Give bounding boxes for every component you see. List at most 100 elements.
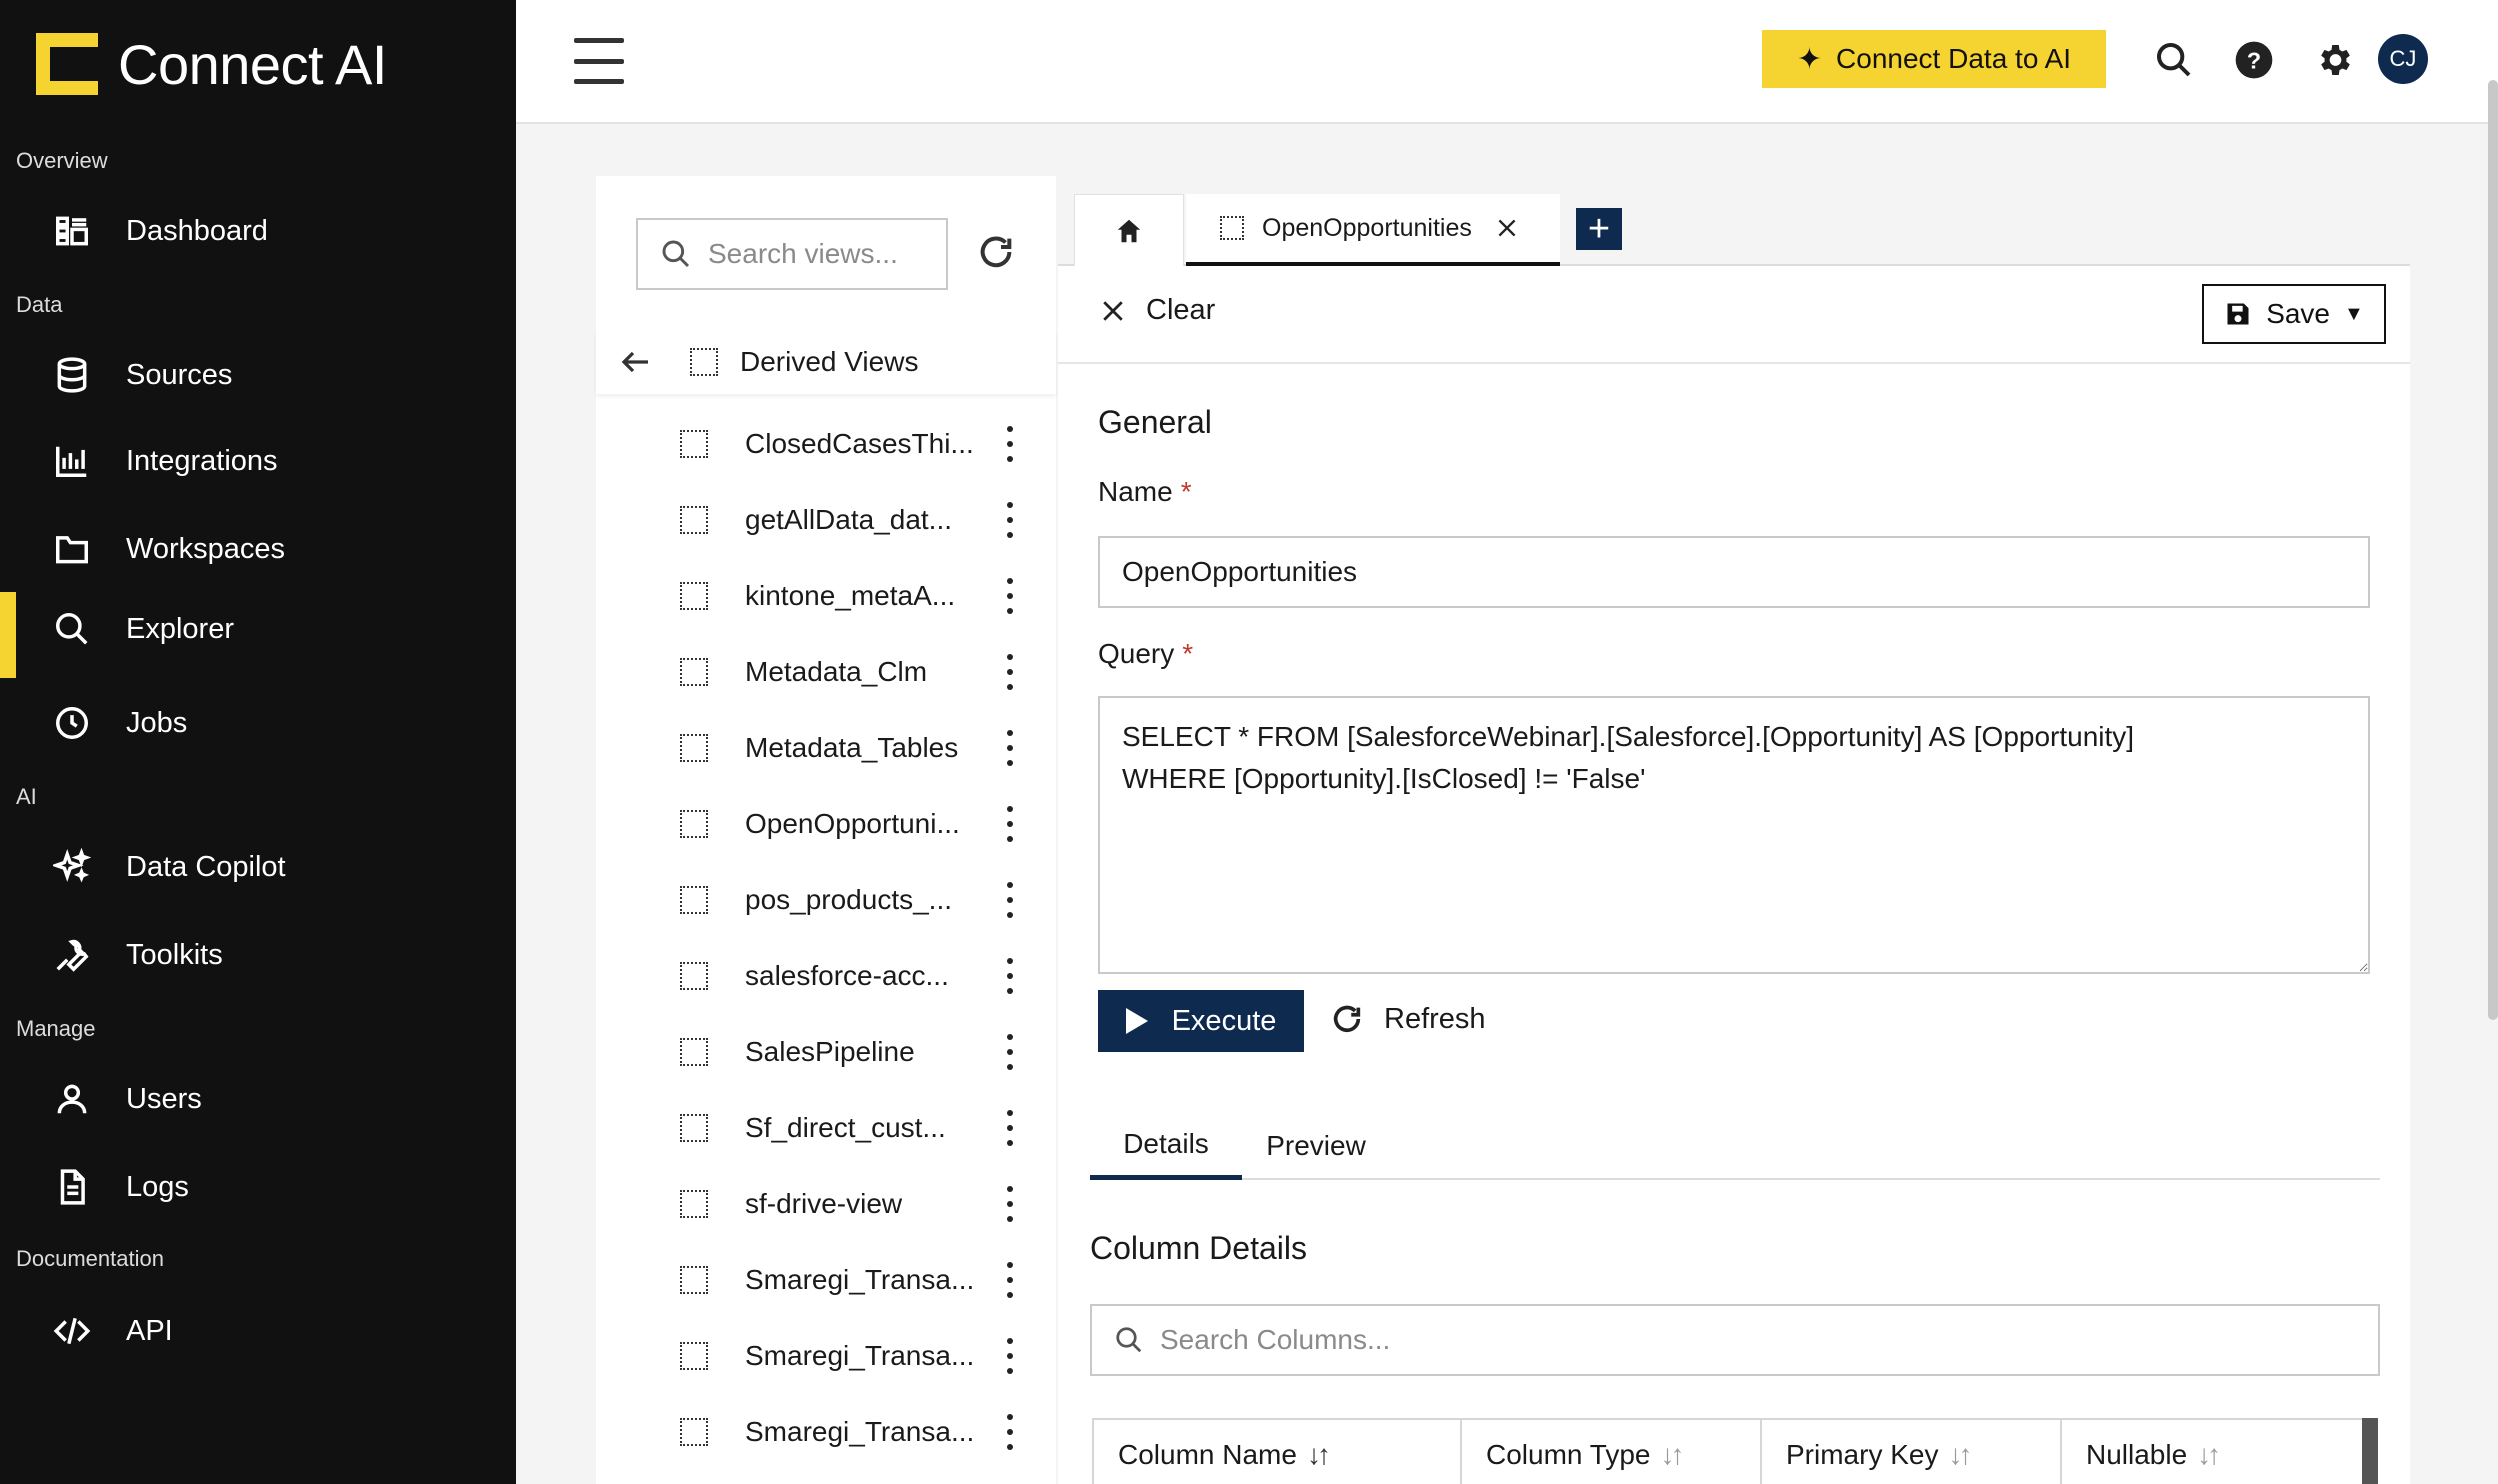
sparkle-icon: ✦ (1796, 42, 1823, 76)
more-vertical-icon[interactable] (1004, 1110, 1016, 1146)
list-item[interactable]: salesforce-acc... (596, 938, 1056, 1014)
sidebar-item-integrations[interactable]: Integrations (0, 424, 516, 498)
view-name: pos_products_... (745, 884, 953, 915)
bar-chart-icon (52, 441, 92, 481)
tab-open-opportunities[interactable]: OpenOpportunities (1186, 194, 1560, 266)
sidebar-item-logs[interactable]: Logs (0, 1150, 516, 1224)
view-icon (680, 1342, 708, 1370)
list-item[interactable]: ClosedCasesThi... (596, 406, 1056, 482)
more-vertical-icon[interactable] (1004, 1414, 1016, 1450)
user-icon (52, 1079, 92, 1119)
execute-button[interactable]: Execute (1098, 990, 1304, 1052)
help-icon[interactable]: ? (2232, 38, 2276, 82)
sidebar-item-users[interactable]: Users (0, 1062, 516, 1136)
chevron-down-icon: ▼ (2344, 302, 2364, 325)
save-label: Save (2266, 298, 2331, 329)
list-item[interactable]: Smaregi_Transa... (596, 1242, 1056, 1318)
list-item[interactable]: Smaregi_Transa... (596, 1394, 1056, 1470)
arrow-left-icon[interactable] (618, 344, 654, 380)
table-scrollbar[interactable] (2362, 1418, 2378, 1484)
list-item[interactable]: Metadata_Tables (596, 710, 1056, 786)
more-vertical-icon[interactable] (1004, 502, 1016, 538)
dashboard-icon (52, 211, 92, 251)
view-name: Metadata_Tables (745, 732, 959, 763)
more-vertical-icon[interactable] (1004, 654, 1016, 690)
list-item[interactable]: OpenOpportuni... (596, 786, 1056, 862)
list-item[interactable]: getAllData_dat... (596, 482, 1056, 558)
menu-icon[interactable] (574, 38, 624, 84)
column-header-primary-key[interactable]: Primary Key ↓↑ (1762, 1420, 2062, 1484)
save-button[interactable]: Save ▼ (2202, 284, 2386, 344)
sidebar-item-label: Workspaces (126, 532, 286, 565)
name-field[interactable] (1098, 536, 2370, 608)
connect-data-button[interactable]: ✦ Connect Data to AI (1762, 30, 2106, 88)
view-name: Smaregi_Transa... (745, 1416, 975, 1447)
database-icon (52, 355, 92, 395)
sidebar: Connect AI Overview Dashboard Data Sourc… (0, 0, 516, 1484)
column-header-type[interactable]: Column Type ↓↑ (1462, 1420, 1762, 1484)
sidebar-item-sources[interactable]: Sources (0, 338, 516, 412)
sidebar-item-toolkits[interactable]: Toolkits (0, 918, 516, 992)
close-icon[interactable] (1494, 215, 1520, 241)
more-vertical-icon[interactable] (1004, 426, 1016, 462)
tab-home[interactable] (1074, 194, 1184, 266)
sidebar-item-jobs[interactable]: Jobs (0, 686, 516, 760)
list-item[interactable]: Metadata_Clm (596, 634, 1056, 710)
column-header-nullable[interactable]: Nullable ↓↑ (2062, 1420, 2364, 1484)
sidebar-item-dashboard[interactable]: Dashboard (0, 194, 516, 268)
more-vertical-icon[interactable] (1004, 1262, 1016, 1298)
section-label-overview: Overview (16, 148, 108, 173)
search-icon[interactable] (2152, 38, 2196, 82)
more-vertical-icon[interactable] (1004, 806, 1016, 842)
list-item[interactable]: Smaregi_Transa... (596, 1318, 1056, 1394)
search-icon (662, 240, 690, 268)
tab-preview[interactable]: Preview (1242, 1112, 1390, 1180)
brand-logo[interactable]: Connect AI (36, 32, 387, 96)
more-vertical-icon[interactable] (1004, 1034, 1016, 1070)
query-editor[interactable]: SELECT * FROM [SalesforceWebinar].[Sales… (1098, 696, 2370, 974)
editor-tabs: OpenOpportunities + (1058, 176, 2410, 266)
add-tab-button[interactable]: + (1576, 208, 1622, 250)
section-label-manage: Manage (16, 1016, 96, 1041)
sort-icon: ↓↑ (1306, 1439, 1331, 1470)
column-header-name[interactable]: Column Name ↓↑ (1094, 1420, 1462, 1484)
floppy-disk-icon (2227, 303, 2249, 325)
sidebar-item-workspaces[interactable]: Workspaces (0, 512, 516, 586)
refresh-icon[interactable] (976, 232, 1016, 272)
list-item[interactable]: kintone_metaA... (596, 558, 1056, 634)
more-vertical-icon[interactable] (1004, 1186, 1016, 1222)
view-icon (680, 506, 708, 534)
sidebar-item-label: Users (126, 1082, 202, 1115)
list-item[interactable]: SalesPipeline (596, 1014, 1056, 1090)
more-vertical-icon[interactable] (1004, 730, 1016, 766)
list-item[interactable]: pos_products_... (596, 862, 1056, 938)
view-name: SalesPipeline (745, 1036, 915, 1067)
list-item[interactable]: Sf_direct_cust... (596, 1090, 1056, 1166)
list-item[interactable]: sf-drive-view (596, 1166, 1056, 1242)
column-search-input[interactable] (1160, 1324, 2260, 1356)
tab-details[interactable]: Details (1090, 1112, 1242, 1180)
svg-text:?: ? (2247, 47, 2261, 73)
view-icon (690, 348, 718, 376)
sidebar-item-label: Dashboard (126, 214, 268, 247)
sidebar-item-explorer[interactable]: Explorer (0, 592, 516, 678)
column-table-header: Column Name ↓↑ Column Type ↓↑ Primary Key ↓… (1092, 1418, 2366, 1484)
required-mark: * (1182, 638, 1194, 669)
refresh-button[interactable]: Refresh (1330, 1002, 1486, 1036)
more-vertical-icon[interactable] (1004, 882, 1016, 918)
more-vertical-icon[interactable] (1004, 1338, 1016, 1374)
sidebar-item-data-copilot[interactable]: Data Copilot (0, 830, 516, 904)
user-avatar[interactable]: CJ (2378, 34, 2428, 84)
more-vertical-icon[interactable] (1004, 578, 1016, 614)
view-icon (1220, 216, 1244, 240)
page-scrollbar[interactable] (2488, 80, 2498, 1020)
more-vertical-icon[interactable] (1004, 958, 1016, 994)
view-icon (680, 1114, 708, 1142)
gear-icon[interactable] (2312, 38, 2356, 82)
view-name: getAllData_dat... (745, 504, 953, 535)
clear-button[interactable]: Clear (1098, 294, 1215, 327)
sidebar-item-api[interactable]: API (0, 1294, 516, 1368)
search-views-input[interactable] (708, 238, 928, 270)
sidebar-item-label: API (126, 1314, 173, 1347)
view-name: ClosedCasesThi... (745, 428, 974, 459)
